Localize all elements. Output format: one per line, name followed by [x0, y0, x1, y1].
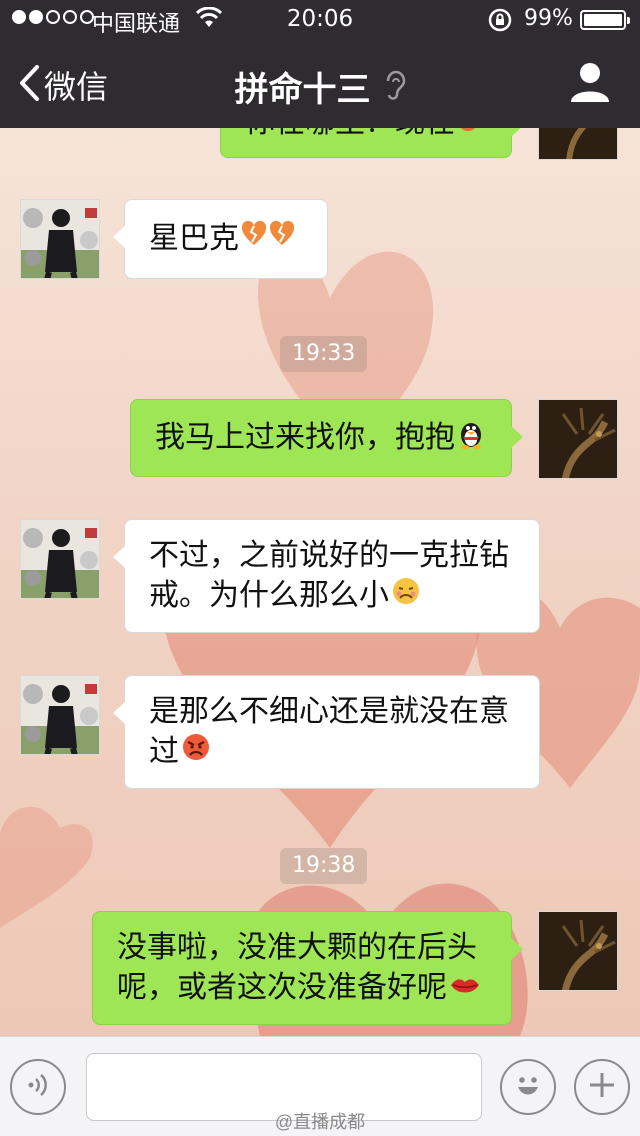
person-icon — [568, 63, 612, 108]
navigation-bar: 微信 拼命十三 — [0, 40, 640, 128]
lips-emoji — [449, 968, 481, 1008]
more-options-button[interactable] — [574, 1059, 630, 1115]
emoji-icon — [457, 128, 479, 143]
message-text-line: 戒。为什么那么小 — [149, 578, 389, 613]
page-title-area: 拼命十三 — [0, 62, 640, 111]
message-text: 我马上过来找你，抱抱 — [155, 420, 455, 455]
rotation-lock-icon — [488, 8, 512, 38]
top-bar: 中国联通 20:06 99% 微信 拼命十三 — [0, 0, 640, 128]
my-avatar[interactable] — [538, 128, 618, 160]
message-bubble-received[interactable]: 不过，之前说好的一克拉钻 戒。为什么那么小 — [113, 519, 540, 633]
message-text-line: 没事啦，没准大颗的在后头 — [117, 930, 477, 965]
smiley-icon — [510, 1067, 546, 1107]
pouting-face-emoji — [391, 576, 421, 617]
contact-profile-button[interactable] — [568, 60, 612, 108]
battery-icon — [580, 10, 630, 30]
status-bar: 中国联通 20:06 99% — [0, 0, 640, 40]
angry-face-emoji — [181, 732, 211, 773]
my-avatar[interactable] — [538, 911, 618, 991]
message-text-line: 不过，之前说好的一克拉钻 — [149, 537, 509, 573]
emoji-button[interactable] — [500, 1059, 556, 1115]
timestamp-divider: 19:33 — [280, 336, 368, 372]
message-text: 你在哪里？现在 — [245, 128, 455, 143]
plus-icon — [587, 1070, 617, 1104]
voice-icon — [23, 1070, 53, 1104]
contact-avatar-image — [21, 520, 99, 598]
message-bubble-sent[interactable]: 你在哪里？现在 — [220, 128, 523, 158]
qq-penguin-emoji — [457, 417, 485, 460]
message-text-line: 过 — [149, 734, 179, 769]
ear-icon — [384, 69, 406, 105]
message-bubble-sent[interactable]: 我马上过来找你，抱抱 — [130, 399, 523, 477]
message-text: 星巴克 — [149, 221, 239, 256]
contact-avatar-image — [21, 200, 99, 278]
stag-avatar-image — [539, 400, 617, 478]
my-avatar[interactable] — [538, 399, 618, 479]
contact-avatar[interactable] — [20, 199, 100, 279]
contact-avatar[interactable] — [20, 675, 100, 755]
broken-heart-emoji — [241, 219, 297, 259]
voice-input-button[interactable] — [10, 1059, 66, 1115]
contact-avatar[interactable] — [20, 519, 100, 599]
watermark: @直播成都 — [274, 1112, 366, 1132]
contact-avatar-image — [21, 676, 99, 754]
battery-percent: 99% — [524, 6, 573, 31]
message-text-line: 是那么不细心还是就没在意 — [149, 693, 509, 729]
message-bubble-received[interactable]: 星巴克 — [113, 199, 328, 279]
message-bubble-received[interactable]: 是那么不细心还是就没在意 过 — [113, 675, 540, 789]
stag-avatar-image — [539, 128, 617, 159]
page-title: 拼命十三 — [234, 70, 371, 110]
timestamp-divider: 19:38 — [280, 848, 368, 884]
message-text-line: 呢，或者这次没准备好呢 — [117, 970, 447, 1005]
chat-message-list[interactable]: 你在哪里？现在 星巴克 — [0, 128, 640, 1036]
stag-avatar-image — [539, 912, 617, 990]
message-bubble-sent[interactable]: 没事啦，没准大颗的在后头 呢，或者这次没准备好呢 — [92, 911, 523, 1025]
